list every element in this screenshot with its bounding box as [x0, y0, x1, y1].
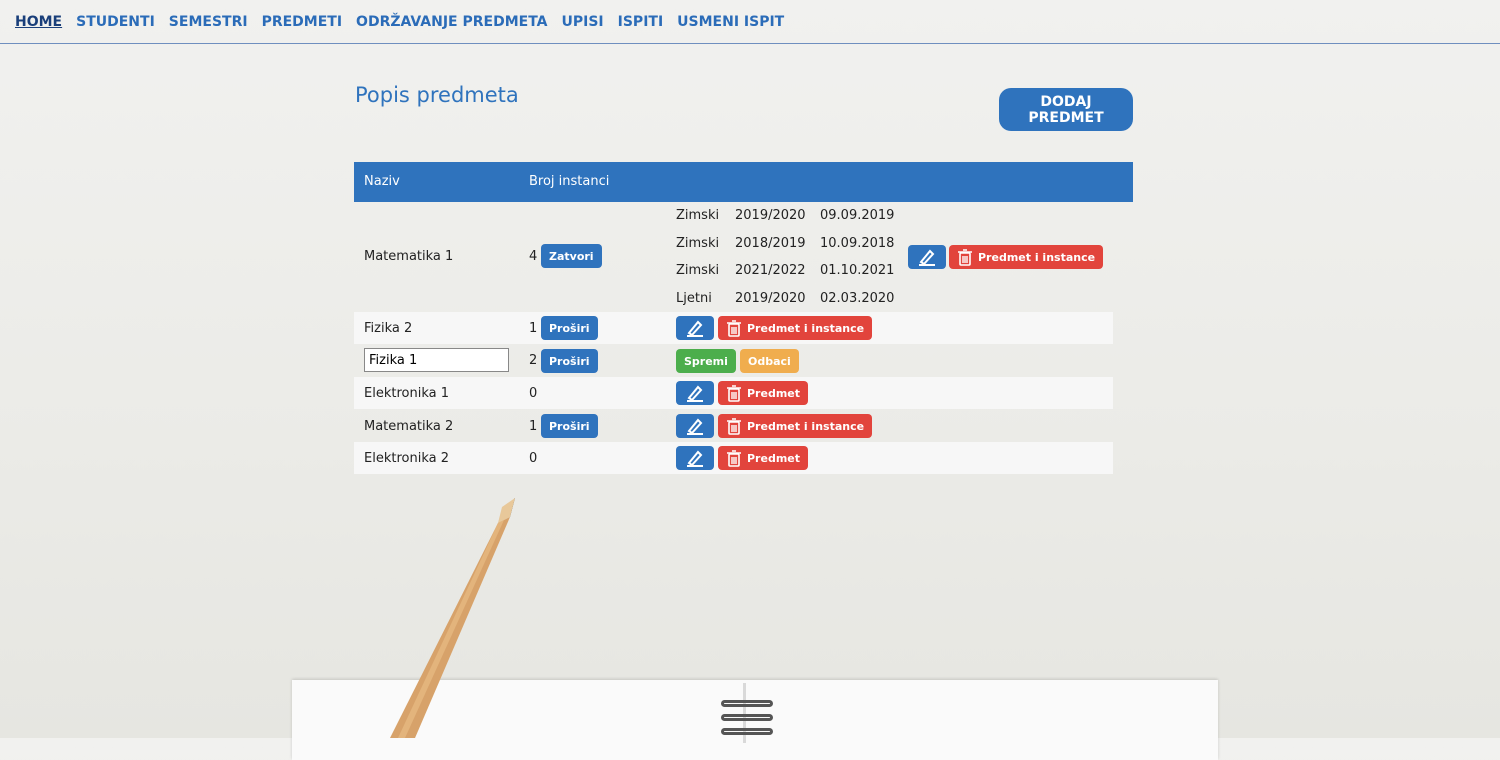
save-button[interactable]: Spremi — [676, 349, 736, 373]
instance-year: 2021/2022 — [735, 263, 806, 278]
instance-term: Ljetni — [676, 291, 712, 306]
delete-button[interactable]: Predmet — [718, 446, 809, 470]
subject-name: Fizika 2 — [364, 321, 413, 336]
table-row: 2 Proširi Spremi Odbaci — [354, 344, 1113, 377]
instance-count: 0 — [529, 386, 538, 401]
delete-label: Predmet i instance — [747, 321, 865, 335]
trash-icon — [958, 249, 972, 266]
table-row: Elektronika 1 0 Predmet — [354, 377, 1113, 409]
instance-term: Zimski — [676, 263, 720, 278]
delete-button[interactable]: Predmet i instance — [949, 245, 1104, 269]
nav-ispiti[interactable]: ISPITI — [618, 14, 664, 30]
edit-icon — [687, 418, 703, 435]
table-row: Elektronika 2 0 Predmet — [354, 442, 1113, 474]
instance-count: 4 — [529, 249, 538, 264]
delete-label: Predmet i instance — [747, 419, 865, 433]
trash-icon — [727, 320, 741, 337]
notebook-ring — [721, 714, 773, 721]
subject-name: Matematika 2 — [364, 419, 454, 434]
subject-name: Matematika 1 — [364, 249, 454, 264]
notebook-ring — [721, 700, 773, 707]
collapse-button[interactable]: Zatvori — [541, 244, 602, 268]
trash-icon — [727, 385, 741, 402]
nav-upisi[interactable]: UPISI — [562, 14, 604, 30]
nav-usmeni-ispit[interactable]: USMENI ISPIT — [677, 14, 784, 30]
instance-date: 09.09.2019 — [820, 208, 895, 223]
nav-studenti[interactable]: STUDENTI — [76, 14, 155, 30]
nav-home[interactable]: HOME — [15, 14, 62, 30]
edit-icon — [687, 320, 703, 337]
discard-button[interactable]: Odbaci — [740, 349, 799, 373]
expand-button[interactable]: Proširi — [541, 414, 598, 438]
edit-button[interactable] — [676, 316, 714, 340]
nav-semestri[interactable]: SEMESTRI — [169, 14, 248, 30]
edit-button[interactable] — [676, 446, 714, 470]
table-row: Matematika 2 1 Proširi Predmet i instanc… — [354, 409, 1113, 442]
instance-year: 2018/2019 — [735, 236, 806, 251]
delete-button[interactable]: Predmet i instance — [718, 414, 873, 438]
instance-count: 1 — [529, 321, 538, 336]
edit-icon — [919, 249, 935, 266]
notebook-ring — [721, 728, 773, 735]
instance-year: 2019/2020 — [735, 208, 806, 223]
edit-icon — [687, 385, 703, 402]
delete-button[interactable]: Predmet i instance — [718, 316, 873, 340]
trash-icon — [727, 418, 741, 435]
delete-label: Predmet — [747, 451, 801, 465]
add-subject-button[interactable]: DODAJ PREDMET — [999, 88, 1133, 131]
subject-name: Elektronika 1 — [364, 386, 449, 401]
subject-name: Elektronika 2 — [364, 451, 449, 466]
nav-odrzavanje-predmeta[interactable]: ODRŽAVANJE PREDMETA — [356, 14, 547, 30]
column-header-naziv: Naziv — [364, 174, 400, 189]
column-header-broj-instanci: Broj instanci — [529, 174, 610, 189]
instance-date: 10.09.2018 — [820, 236, 895, 251]
delete-label: Predmet — [747, 386, 801, 400]
nav-predmeti[interactable]: PREDMETI — [262, 14, 342, 30]
pencil-icon — [390, 498, 515, 738]
edit-icon — [687, 450, 703, 467]
instance-year: 2019/2020 — [735, 291, 806, 306]
edit-button[interactable] — [676, 414, 714, 438]
instance-date: 02.03.2020 — [820, 291, 895, 306]
instance-term: Zimski — [676, 236, 720, 251]
expand-button[interactable]: Proširi — [541, 316, 598, 340]
top-nav: HOME STUDENTI SEMESTRI PREDMETI ODRŽAVAN… — [0, 0, 1500, 44]
edit-button[interactable] — [908, 245, 946, 269]
table-row: Matematika 1 4 Zatvori Zimski 2019/2020 … — [354, 202, 1113, 312]
instance-count: 2 — [529, 353, 538, 368]
expand-button[interactable]: Proširi — [541, 349, 598, 373]
table-header: Naziv Broj instanci — [354, 162, 1133, 202]
instance-date: 01.10.2021 — [820, 263, 895, 278]
page-title: Popis predmeta — [355, 83, 519, 107]
delete-label: Predmet i instance — [978, 250, 1096, 264]
instance-term: Zimski — [676, 208, 720, 223]
delete-button[interactable]: Predmet — [718, 381, 809, 405]
subject-name-input[interactable] — [364, 348, 509, 372]
edit-button[interactable] — [676, 381, 714, 405]
table-row: Fizika 2 1 Proširi Predmet i instance — [354, 312, 1113, 344]
instance-count: 1 — [529, 419, 538, 434]
instance-count: 0 — [529, 451, 538, 466]
trash-icon — [727, 450, 741, 467]
